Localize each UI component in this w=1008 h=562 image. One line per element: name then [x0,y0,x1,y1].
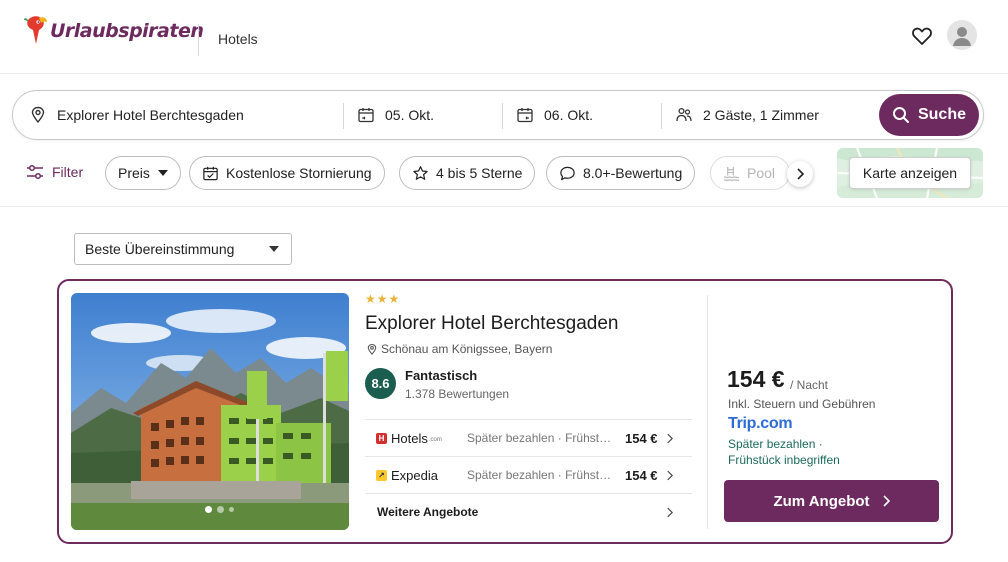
chevron-right-icon [797,168,804,180]
location-pin-icon [367,343,377,355]
chip-price[interactable]: Preis [105,156,181,190]
filter-label: Filter [52,164,84,180]
checkout-value: 06. Okt. [544,107,594,123]
carousel-dot[interactable] [205,506,212,513]
hotel-location-text: Schönau am Königssee, Bayern [381,342,553,356]
calendar-icon [517,108,533,123]
provider-name: Hotels [391,430,428,446]
offer-description: Später bezahlen · Frühstück inbegriffen [467,468,613,482]
nav-hotels[interactable]: Hotels [218,31,258,47]
chip-pool[interactable]: Pool [710,156,790,190]
hotel-image [71,293,349,530]
benefit-breakfast: Frühstück inbegriffen [728,453,840,467]
speech-bubble-icon [560,166,575,180]
checkin-value: 05. Okt. [385,107,435,123]
caret-down-icon [269,246,279,252]
heart-icon[interactable] [910,24,934,48]
view-deal-button[interactable]: Zum Angebot [724,480,939,522]
guests-field[interactable]: 2 Gäste, 1 Zimmer [675,91,875,139]
chips-scroll-right-button[interactable] [787,161,813,187]
chip-pool-label: Pool [747,165,776,181]
search-icon [892,107,909,123]
carousel-dot[interactable] [217,506,224,513]
header-divider [198,24,199,56]
more-offers-link[interactable]: Weitere Angebote [377,505,478,519]
best-provider-trip-com: Trip.com [728,415,793,432]
destination-value: Explorer Hotel Berchtesgaden [57,107,244,123]
tax-note: Inkl. Steuern und Gebühren [728,397,876,411]
hotel-location: Schönau am Königssee, Bayern [366,342,552,356]
hotel-star-rating: ★★★ [365,292,401,306]
offer-description: Später bezahlen · Frühstück inbegriffen [467,431,613,445]
rating-word: Fantastisch [405,368,478,383]
review-count[interactable]: 1.378 Bewertungen [405,387,509,401]
chevron-right-icon [667,433,673,444]
user-icon [953,27,971,46]
card-divider [707,295,708,529]
chevron-right-icon [667,470,673,481]
guests-icon [676,107,692,122]
provider-suffix: .com [428,437,442,443]
star-outline-icon [413,165,428,180]
per-night-label: / Nacht [790,378,829,392]
benefit-pay-later: Später bezahlen · [728,437,823,451]
checkin-field[interactable]: 05. Okt. [357,91,502,139]
provider-name: Expedia [391,467,438,483]
chip-star-rating[interactable]: 4 bis 5 Sterne [399,156,536,190]
chip-price-label: Preis [118,165,150,181]
offer-row-hotels-com[interactable]: H Hotels .com Später bezahlen · Frühstüc… [365,419,692,456]
carousel-dot[interactable] [229,507,234,512]
review-score-badge: 8.6 [365,368,396,399]
sort-selected-value: Beste Übereinstimmung [85,241,235,257]
chip-review-score-label: 8.0+-Bewertung [583,165,683,181]
offer-price: 154 € [625,467,658,483]
calendar-icon [358,108,374,123]
search-divider [661,103,662,129]
hotel-photo[interactable] [71,293,349,530]
search-button-label: Suche [917,106,966,123]
search-bar: Explorer Hotel Berchtesgaden 05. Okt. 06… [12,90,984,140]
chevron-right-icon [882,495,890,507]
checkout-field[interactable]: 06. Okt. [516,91,661,139]
chip-star-rating-label: 4 bis 5 Sterne [436,165,523,181]
location-pin-icon [31,106,45,124]
brand-name: Urlaubspiraten [50,20,204,42]
search-button[interactable]: Suche [879,94,979,136]
parrot-logo-icon [24,16,47,44]
calendar-check-icon [203,166,218,180]
guests-value: 2 Gäste, 1 Zimmer [703,107,819,123]
chip-free-cancellation-label: Kostenlose Stornierung [226,165,372,181]
show-map-button[interactable]: Karte anzeigen [849,157,971,189]
filter-button[interactable]: Filter [26,164,83,180]
hotel-name[interactable]: Explorer Hotel Berchtesgaden [365,313,618,335]
image-carousel-dots [205,506,234,513]
brand-logo[interactable]: Urlaubspiraten [24,14,204,48]
provider-hotels-com: H Hotels .com [376,431,442,446]
chip-free-cancellation[interactable]: Kostenlose Stornierung [189,156,385,190]
destination-field[interactable]: Explorer Hotel Berchtesgaden [29,91,347,139]
sort-select[interactable]: Beste Übereinstimmung [74,233,292,265]
top-header: Urlaubspiraten Hotels [0,0,1008,74]
view-deal-label: Zum Angebot [773,492,870,510]
search-divider [343,103,344,129]
sliders-icon [27,164,43,180]
expedia-logo-icon: ↗ [376,469,387,481]
provider-expedia: ↗ Expedia [376,468,438,483]
offer-row-expedia[interactable]: ↗ Expedia Später bezahlen · Frühstück in… [365,456,692,493]
price-per-night: 154 € [727,366,785,392]
filter-row-divider [0,206,1008,207]
avatar[interactable] [947,20,977,50]
search-divider [502,103,503,129]
offer-price: 154 € [625,430,658,446]
caret-down-icon [157,170,168,176]
pool-icon [723,166,740,181]
chevron-right-icon [667,507,673,518]
chip-review-score[interactable]: 8.0+-Bewertung [546,156,696,190]
hotels-com-logo-icon: H [376,432,387,444]
